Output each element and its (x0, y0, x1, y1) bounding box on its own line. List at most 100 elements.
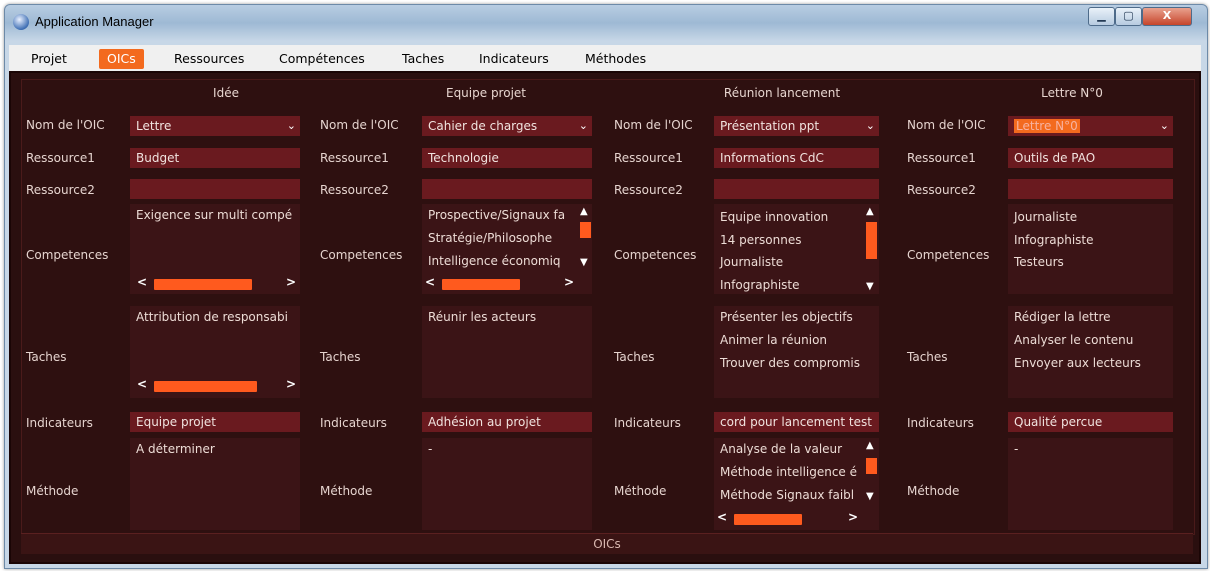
list-item[interactable]: - (1014, 442, 1018, 456)
menu-oics[interactable]: OICs (99, 49, 144, 69)
competences-vscrollbar[interactable]: ▲ ▼ (864, 206, 878, 292)
scroll-up-icon[interactable]: ▲ (866, 440, 874, 451)
column-header: Equipe projet (445, 86, 526, 100)
label-ressource2: Ressource2 (614, 183, 683, 197)
menu-methodes[interactable]: Méthodes (577, 49, 654, 69)
nom-select[interactable]: Cahier de charges ⌄ (422, 116, 592, 136)
scroll-down-icon[interactable]: ▼ (866, 491, 874, 502)
scroll-down-icon[interactable]: ▼ (580, 257, 588, 268)
list-item[interactable]: Méthode intelligence é (720, 465, 857, 479)
list-item[interactable]: Animer la réunion (720, 333, 827, 347)
taches-list[interactable]: Rédiger la lettre Analyser le contenu En… (1008, 306, 1173, 398)
list-item[interactable]: Infographiste (1014, 233, 1094, 247)
scroll-left-icon[interactable]: < (425, 275, 435, 289)
competences-hscrollbar[interactable]: < > (422, 275, 578, 291)
list-item[interactable]: Journaliste (720, 255, 783, 269)
competences-list[interactable]: Equipe innovation 14 personnes Journalis… (714, 204, 879, 294)
scroll-right-icon[interactable]: > (286, 275, 296, 289)
ressource2-field[interactable] (422, 179, 592, 199)
label-taches: Taches (614, 350, 655, 364)
ressource1-field[interactable]: Informations CdC (714, 148, 879, 168)
nom-select[interactable]: Présentation ppt ⌄ (714, 116, 879, 136)
nom-select[interactable]: Lettre ⌄ (130, 116, 300, 136)
scroll-right-icon[interactable]: > (286, 377, 296, 391)
close-button[interactable]: X (1142, 7, 1192, 26)
application-window: Application Manager ▁ ▢ X Projet OICs Re… (4, 4, 1208, 569)
label-nom: Nom de l'OIC (614, 118, 693, 132)
methode-list[interactable]: - (422, 438, 592, 530)
list-item[interactable]: Attribution de responsabi (136, 310, 288, 324)
panel-footer: OICs (21, 533, 1193, 554)
menu-taches[interactable]: Taches (394, 49, 452, 69)
scroll-left-icon[interactable]: < (137, 377, 147, 391)
label-methode: Méthode (26, 484, 79, 498)
list-item[interactable]: Méthode Signaux faibl (720, 488, 854, 502)
menu-competences[interactable]: Compétences (271, 49, 373, 69)
list-item[interactable]: Journaliste (1014, 210, 1077, 224)
scroll-left-icon[interactable]: < (717, 510, 727, 524)
scroll-right-icon[interactable]: > (564, 275, 574, 289)
list-item[interactable]: Présenter les objectifs (720, 310, 853, 324)
menu-ressources[interactable]: Ressources (166, 49, 252, 69)
scroll-up-icon[interactable]: ▲ (580, 206, 588, 217)
maximize-button[interactable]: ▢ (1115, 7, 1142, 26)
label-methode: Méthode (320, 484, 373, 498)
label-nom: Nom de l'OIC (907, 118, 986, 132)
label-ressource1: Ressource1 (614, 151, 683, 165)
ressource2-field[interactable] (1008, 179, 1173, 199)
list-item[interactable]: Testeurs (1014, 255, 1064, 269)
list-item[interactable]: Envoyer aux lecteurs (1014, 356, 1141, 370)
nom-select[interactable]: Lettre N°0 ⌄ (1008, 116, 1173, 136)
list-item[interactable]: Réunir les acteurs (428, 310, 536, 324)
list-item[interactable]: Intelligence économiq (428, 254, 561, 268)
methode-hscrollbar[interactable]: < > (714, 510, 864, 526)
competences-list[interactable]: Journaliste Infographiste Testeurs (1008, 204, 1173, 294)
minimize-button[interactable]: ▁ (1088, 7, 1115, 26)
label-ressource2: Ressource2 (320, 183, 389, 197)
indicateurs-field[interactable]: Qualité percue (1008, 412, 1173, 432)
ressource1-field[interactable]: Budget (130, 148, 300, 168)
list-item[interactable]: Equipe innovation (720, 210, 828, 224)
scroll-down-icon[interactable]: ▼ (866, 281, 874, 292)
indicateurs-field[interactable]: Adhésion au projet (422, 412, 592, 432)
app-icon (13, 14, 29, 30)
list-item[interactable]: Analyse de la valeur (720, 442, 842, 456)
scroll-left-icon[interactable]: < (137, 275, 147, 289)
ressource2-field[interactable] (130, 179, 300, 199)
competences-vscrollbar[interactable]: ▲ ▼ (578, 206, 592, 268)
methode-list[interactable]: A déterminer (130, 438, 300, 530)
list-item[interactable]: Infographiste (720, 278, 800, 292)
label-nom: Nom de l'OIC (26, 118, 105, 132)
list-item[interactable]: 14 personnes (720, 233, 801, 247)
indicateurs-field[interactable]: cord pour lancement test (714, 412, 879, 432)
scroll-right-icon[interactable]: > (848, 510, 858, 524)
oics-grid: Idée Nom de l'OIC Lettre ⌄ Ressource1 Bud… (21, 79, 1195, 535)
methode-list[interactable]: - (1008, 438, 1173, 530)
list-item[interactable]: Exigence sur multi compé (136, 208, 292, 222)
title-bar[interactable]: Application Manager ▁ ▢ X (5, 5, 1207, 39)
taches-list[interactable]: Présenter les objectifs Animer la réunio… (714, 306, 879, 398)
list-item[interactable]: A déterminer (136, 442, 215, 456)
list-item[interactable]: Trouver des compromis (720, 356, 860, 370)
competences-hscrollbar[interactable]: < > (134, 275, 300, 291)
list-item[interactable]: - (428, 442, 432, 456)
chevron-down-icon: ⌄ (865, 119, 875, 132)
menu-bar: Projet OICs Ressources Compétences Tache… (9, 45, 1201, 72)
list-item[interactable]: Prospective/Signaux fa (428, 208, 565, 222)
label-competences: Competences (614, 248, 697, 262)
menu-projet[interactable]: Projet (23, 49, 75, 69)
list-item[interactable]: Analyser le contenu (1014, 333, 1133, 347)
ressource2-field[interactable] (714, 179, 879, 199)
scroll-up-icon[interactable]: ▲ (866, 206, 874, 217)
menu-indicateurs[interactable]: Indicateurs (471, 49, 557, 69)
taches-list[interactable]: Réunir les acteurs (422, 306, 592, 398)
methode-vscrollbar[interactable]: ▲ ▼ (864, 440, 878, 502)
column-header: Idée (213, 86, 239, 100)
label-indicateurs: Indicateurs (907, 416, 974, 430)
ressource1-field[interactable]: Outils de PAO (1008, 148, 1173, 168)
list-item[interactable]: Stratégie/Philosophe (428, 231, 552, 245)
indicateurs-field[interactable]: Equipe projet (130, 412, 300, 432)
ressource1-field[interactable]: Technologie (422, 148, 592, 168)
taches-hscrollbar[interactable]: < > (134, 377, 300, 393)
list-item[interactable]: Rédiger la lettre (1014, 310, 1111, 324)
